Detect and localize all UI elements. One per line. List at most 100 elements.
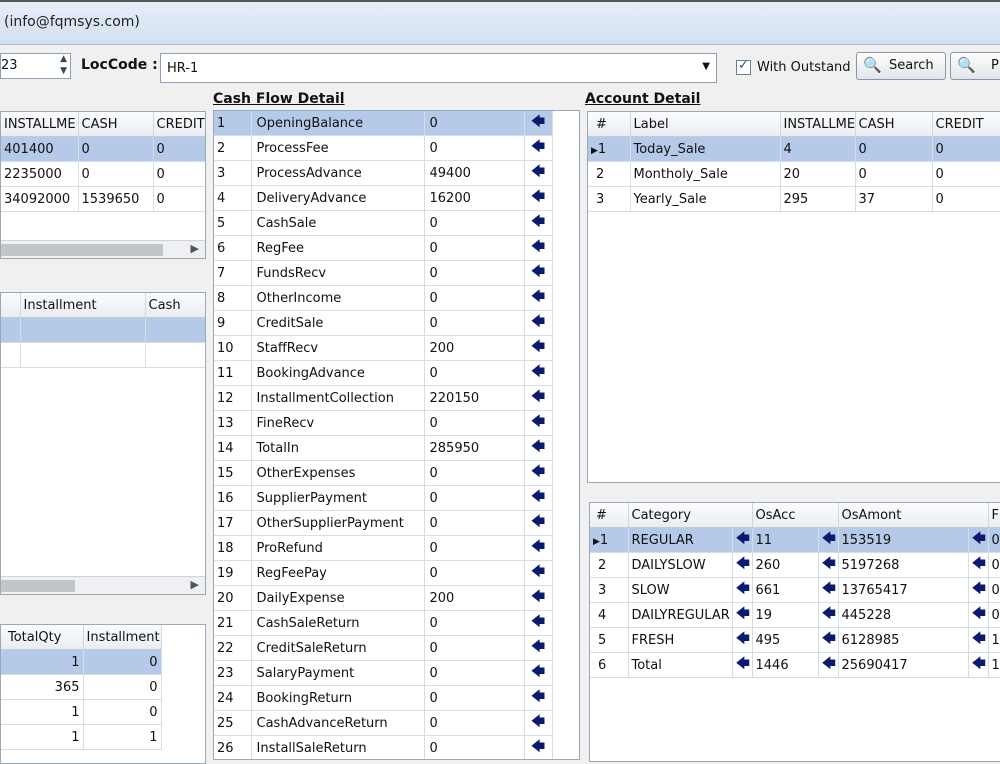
left-arrow-icon[interactable]: 🡄 xyxy=(524,485,553,511)
left-arrow-icon[interactable]: 🡄 xyxy=(524,660,553,686)
search-button[interactable]: 🔍 Search xyxy=(856,52,946,80)
col-header-blank[interactable] xyxy=(1,293,21,318)
left-arrow-icon[interactable]: 🡄 xyxy=(524,435,553,461)
col-header[interactable]: Category xyxy=(628,503,753,528)
table-row[interactable]: 2235000 0 0 xyxy=(1,161,205,187)
left-arrow-icon[interactable]: 🡄 xyxy=(968,552,989,578)
left-arrow-icon[interactable]: 🡄 xyxy=(732,627,753,653)
table-row[interactable]: 4 DAILYREGULAR 🡄 19 🡄 445228 🡄 0 xyxy=(590,602,1000,628)
table-row[interactable]: ▶1 REGULAR 🡄 11 🡄 153519 🡄 0 xyxy=(590,527,1000,553)
table-row[interactable]: 15 OtherExpenses 0 🡄 xyxy=(214,460,553,486)
left-arrow-icon[interactable]: 🡄 xyxy=(524,185,553,211)
left-arrow-icon[interactable]: 🡄 xyxy=(524,260,553,286)
col-header[interactable]: Installment xyxy=(20,293,146,318)
left-arrow-icon[interactable]: 🡄 xyxy=(524,610,553,636)
left-arrow-icon[interactable]: 🡄 xyxy=(524,111,553,136)
left-arrow-icon[interactable]: 🡄 xyxy=(524,410,553,436)
left-spinner[interactable]: 23 ▲ ▼ xyxy=(0,53,71,79)
table-row[interactable]: 18 ProRefund 0 🡄 xyxy=(214,535,553,561)
left-arrow-icon[interactable]: 🡄 xyxy=(524,360,553,386)
with-outstand-checkbox[interactable]: ✓ xyxy=(736,58,751,75)
left-arrow-icon[interactable]: 🡄 xyxy=(968,527,989,553)
col-header[interactable]: # xyxy=(590,503,629,528)
table-row[interactable]: 4 DeliveryAdvance 16200 🡄 xyxy=(214,185,553,211)
table-row[interactable]: 9 CreditSale 0 🡄 xyxy=(214,310,553,336)
table-row[interactable]: 14 TotalIn 285950 🡄 xyxy=(214,435,553,461)
col-header[interactable]: CASH xyxy=(78,112,154,137)
table-row[interactable]: 34092000 1539650 0 xyxy=(1,186,205,212)
table-row[interactable]: ▶1 Today_Sale 4 0 0 xyxy=(588,136,1000,162)
table-row[interactable]: 6 Total 🡄 1446 🡄 25690417 🡄 1 xyxy=(590,652,1000,678)
left-arrow-icon[interactable]: 🡄 xyxy=(524,560,553,586)
left-arrow-icon[interactable]: 🡄 xyxy=(524,210,553,236)
table-row[interactable]: 2 DAILYSLOW 🡄 260 🡄 5197268 🡄 0 xyxy=(590,552,1000,578)
left-arrow-icon[interactable]: 🡄 xyxy=(524,160,553,186)
table-row[interactable]: 20 DailyExpense 200 🡄 xyxy=(214,585,553,611)
left-arrow-icon[interactable]: 🡄 xyxy=(818,652,839,678)
table-row[interactable]: 17 OtherSupplierPayment 0 🡄 xyxy=(214,510,553,536)
left-arrow-icon[interactable]: 🡄 xyxy=(524,285,553,311)
left-arrow-icon[interactable]: 🡄 xyxy=(524,385,553,411)
table-row[interactable]: 3 ProcessAdvance 49400 🡄 xyxy=(214,160,553,186)
chevron-down-icon[interactable]: ▼ xyxy=(702,61,710,72)
second-button[interactable]: 🔍 P xyxy=(950,52,1000,80)
table-row[interactable] xyxy=(1,342,205,368)
table-row[interactable]: 6 RegFee 0 🡄 xyxy=(214,235,553,261)
left-arrow-icon[interactable]: 🡄 xyxy=(524,460,553,486)
col-header[interactable]: Label xyxy=(630,112,781,137)
table-row[interactable]: 1 1 xyxy=(1,724,162,750)
scroll-thumb[interactable] xyxy=(1,580,75,592)
table-row[interactable]: 2 ProcessFee 0 🡄 xyxy=(214,135,553,161)
left-arrow-icon[interactable]: 🡄 xyxy=(818,602,839,628)
table-row[interactable]: 5 FRESH 🡄 495 🡄 6128985 🡄 1 xyxy=(590,627,1000,653)
left-arrow-icon[interactable]: 🡄 xyxy=(524,585,553,611)
left-arrow-icon[interactable]: 🡄 xyxy=(732,652,753,678)
table-row[interactable]: 11 BookingAdvance 0 🡄 xyxy=(214,360,553,386)
table-row[interactable]: 3 Yearly_Sale 295 37 0 xyxy=(588,186,1000,212)
table-row[interactable]: 22 CreditSaleReturn 0 🡄 xyxy=(214,635,553,661)
scroll-right-icon[interactable]: ▶ xyxy=(191,242,199,255)
col-header[interactable]: Cash xyxy=(145,293,205,318)
left-arrow-icon[interactable]: 🡄 xyxy=(968,602,989,628)
left-arrow-icon[interactable]: 🡄 xyxy=(968,652,989,678)
table-row[interactable]: 25 CashAdvanceReturn 0 🡄 xyxy=(214,710,553,736)
left-arrow-icon[interactable]: 🡄 xyxy=(818,527,839,553)
left-arrow-icon[interactable]: 🡄 xyxy=(968,577,989,603)
left-arrow-icon[interactable]: 🡄 xyxy=(732,577,753,603)
col-header[interactable]: OsAcc xyxy=(752,503,839,528)
left-arrow-icon[interactable]: 🡄 xyxy=(524,235,553,261)
left-arrow-icon[interactable]: 🡄 xyxy=(524,135,553,161)
loccode-select[interactable]: HR-1 ▼ xyxy=(160,53,717,83)
spin-up-icon[interactable]: ▲ xyxy=(60,54,67,64)
col-header[interactable]: CREDIT xyxy=(932,112,1000,137)
scroll-right-icon[interactable]: ▶ xyxy=(191,578,199,591)
left-arrow-icon[interactable]: 🡄 xyxy=(818,627,839,653)
table-row[interactable]: 3 SLOW 🡄 661 🡄 13765417 🡄 0 xyxy=(590,577,1000,603)
col-header[interactable]: TotalQty xyxy=(1,625,84,650)
table-row[interactable]: 19 RegFeePay 0 🡄 xyxy=(214,560,553,586)
col-header[interactable]: CASH xyxy=(855,112,933,137)
left-arrow-icon[interactable]: 🡄 xyxy=(524,710,553,736)
table-row[interactable]: 10 StaffRecv 200 🡄 xyxy=(214,335,553,361)
table-row[interactable]: 26 InstallSaleReturn 0 🡄 xyxy=(214,735,553,759)
left-arrow-icon[interactable]: 🡄 xyxy=(524,735,553,759)
table-row[interactable]: 401400 0 0 xyxy=(1,136,205,162)
left-arrow-icon[interactable]: 🡄 xyxy=(524,685,553,711)
col-header[interactable]: Installment xyxy=(83,625,162,650)
table-row[interactable]: 365 0 xyxy=(1,674,162,700)
table-row[interactable]: 16 SupplierPayment 0 🡄 xyxy=(214,485,553,511)
horizontal-scrollbar[interactable]: ▶ xyxy=(1,240,205,258)
left-arrow-icon[interactable]: 🡄 xyxy=(732,552,753,578)
left-arrow-icon[interactable]: 🡄 xyxy=(524,335,553,361)
table-row[interactable]: 1 0 xyxy=(1,699,162,725)
horizontal-scrollbar[interactable]: ▶ xyxy=(1,576,205,594)
table-row[interactable]: 1 0 xyxy=(1,649,162,675)
left-arrow-icon[interactable]: 🡄 xyxy=(818,577,839,603)
spin-down-icon[interactable]: ▼ xyxy=(60,66,67,76)
table-row[interactable]: 12 InstallmentCollection 220150 🡄 xyxy=(214,385,553,411)
scroll-thumb[interactable] xyxy=(1,244,163,256)
table-row[interactable]: 24 BookingReturn 0 🡄 xyxy=(214,685,553,711)
col-header[interactable]: INSTALLME xyxy=(780,112,856,137)
table-row[interactable]: 7 FundsRecv 0 🡄 xyxy=(214,260,553,286)
col-header[interactable]: F xyxy=(988,503,1000,528)
